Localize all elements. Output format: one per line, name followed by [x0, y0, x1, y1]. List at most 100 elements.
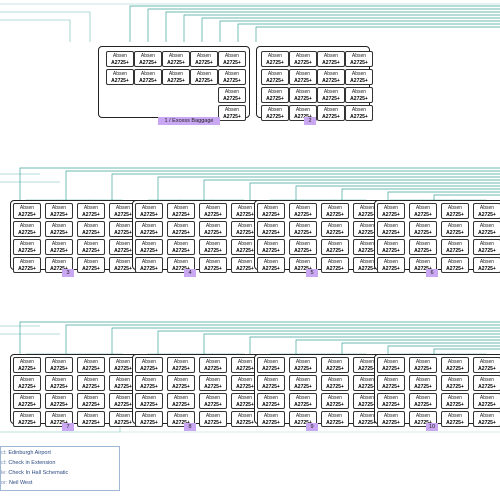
desk-label-brand: Absen	[83, 359, 99, 365]
checkin-desk: Absen A2725+	[199, 221, 227, 237]
desk-label-model: A2725+	[82, 230, 100, 236]
desk-label-model: A2725+	[446, 212, 464, 218]
desk-label-brand: Absen	[295, 413, 311, 419]
checkin-desk: Absen A2725+	[77, 239, 105, 255]
desk-label-brand: Absen	[173, 413, 189, 419]
desk-label-brand: Absen	[415, 359, 431, 365]
checkin-desk: Absen A2725+	[134, 51, 162, 67]
group-label-tag: 9	[306, 423, 318, 431]
desk-label-brand: Absen	[83, 395, 99, 401]
desk-label-model: A2725+	[18, 384, 36, 390]
desk-group-4: Absen A2725+ Absen A2725+ Absen A2725+ Absen A2…	[132, 200, 262, 273]
desk-label-brand: Absen	[263, 259, 279, 265]
desk-label-model: A2725+	[382, 266, 400, 272]
desk-group-10: Absen A2725+ Absen A2725+ Absen A2725+ Absen A2…	[374, 354, 500, 427]
checkin-desk: Absen A2725+	[441, 203, 469, 219]
desk-label-brand: Absen	[295, 107, 311, 113]
checkin-desk: Absen A2725+	[218, 87, 246, 103]
desk-label-model: A2725+	[18, 248, 36, 254]
desk-label-model: A2725+	[478, 230, 496, 236]
checkin-desk: Absen A2725+	[409, 393, 437, 409]
cable-line	[65, 170, 500, 200]
checkin-desk: Absen A2725+	[257, 257, 285, 273]
checkin-desk: Absen A2725+	[473, 375, 500, 391]
desk-label-model: A2725+	[140, 230, 158, 236]
checkin-desk: Absen A2725+	[218, 105, 246, 121]
checkin-desk: Absen A2725+	[135, 257, 163, 273]
desk-label-brand: Absen	[323, 53, 339, 59]
desk-label-brand: Absen	[224, 89, 240, 95]
title-block-row-author: or: Neil West	[1, 480, 33, 486]
desk-label-model: A2725+	[82, 402, 100, 408]
checkin-desk: Absen A2725+	[257, 239, 285, 255]
cable-line	[255, 26, 500, 42]
desk-label-model: A2725+	[140, 384, 158, 390]
checkin-desk: Absen A2725+	[261, 51, 289, 67]
desk-label-model: A2725+	[294, 60, 312, 66]
desk-label-brand: Absen	[173, 359, 189, 365]
desk-label-brand: Absen	[447, 395, 463, 401]
checkin-desk: Absen A2725+	[257, 221, 285, 237]
desk-label-model: A2725+	[478, 266, 496, 272]
cable-line	[111, 327, 500, 354]
checkin-desk: Absen A2725+	[167, 357, 195, 373]
desk-label-brand: Absen	[447, 359, 463, 365]
desk-label-model: A2725+	[478, 248, 496, 254]
desk-group-2: Absen A2725+ Absen A2725+ Absen A2725+ Absen A2…	[256, 46, 373, 121]
desk-label-brand: Absen	[141, 241, 157, 247]
desk-label-model: A2725+	[111, 78, 129, 84]
checkin-desk: Absen A2725+	[377, 375, 405, 391]
checkin-desk: Absen A2725+	[409, 239, 437, 255]
desk-label-model: A2725+	[382, 384, 400, 390]
checkin-desk: Absen A2725+	[321, 257, 349, 273]
desk-label-model: A2725+	[140, 248, 158, 254]
desk-label-brand: Absen	[205, 259, 221, 265]
desk-label-brand: Absen	[51, 223, 67, 229]
group-label-tag: 6	[426, 269, 438, 277]
desk-label-brand: Absen	[51, 205, 67, 211]
cable-line	[157, 176, 500, 200]
desk-label-brand: Absen	[295, 395, 311, 401]
desk-label-brand: Absen	[383, 413, 399, 419]
desk-label-brand: Absen	[83, 223, 99, 229]
cable-line	[341, 188, 500, 200]
checkin-desk: Absen A2725+	[441, 411, 469, 427]
desk-label-model: A2725+	[326, 248, 344, 254]
desk-label-model: A2725+	[478, 384, 496, 390]
desk-label-brand: Absen	[327, 223, 343, 229]
desk-label-model: A2725+	[140, 212, 158, 218]
cable-line	[183, 14, 500, 42]
desk-label-model: A2725+	[414, 212, 432, 218]
desk-label-model: A2725+	[322, 60, 340, 66]
desk-label-model: A2725+	[446, 266, 464, 272]
desk-label-brand: Absen	[140, 53, 156, 59]
desk-group-8: Absen A2725+ Absen A2725+ Absen A2725+ Absen A2…	[132, 354, 262, 427]
desk-label-brand: Absen	[327, 413, 343, 419]
desk-label-model: A2725+	[294, 212, 312, 218]
title-block-row-location: ct: Edinburgh Airport	[1, 450, 51, 456]
desk-label-brand: Absen	[83, 241, 99, 247]
checkin-desk: Absen A2725+	[13, 203, 41, 219]
desk-label-model: A2725+	[326, 402, 344, 408]
desk-label-brand: Absen	[383, 377, 399, 383]
checkin-desk: Absen A2725+	[135, 393, 163, 409]
desk-label-model: A2725+	[322, 96, 340, 102]
desk-label-model: A2725+	[446, 384, 464, 390]
desk-label-model: A2725+	[382, 248, 400, 254]
desk-label-brand: Absen	[19, 377, 35, 383]
cable-line	[201, 17, 500, 42]
checkin-desk: Absen A2725+	[135, 411, 163, 427]
desk-group-1: Absen A2725+ Absen A2725+ Absen A2725+ Absen A2…	[98, 46, 250, 121]
desk-label-brand: Absen	[447, 241, 463, 247]
desk-label-model: A2725+	[294, 366, 312, 372]
desk-label-model: A2725+	[140, 266, 158, 272]
desk-label-brand: Absen	[267, 107, 283, 113]
desk-label-brand: Absen	[327, 377, 343, 383]
desk-label-brand: Absen	[263, 241, 279, 247]
desk-label-brand: Absen	[141, 413, 157, 419]
desk-label-brand: Absen	[479, 413, 495, 419]
desk-label-brand: Absen	[479, 223, 495, 229]
desk-label-brand: Absen	[351, 53, 367, 59]
desk-label-model: A2725+	[266, 78, 284, 84]
desk-label-brand: Absen	[383, 223, 399, 229]
